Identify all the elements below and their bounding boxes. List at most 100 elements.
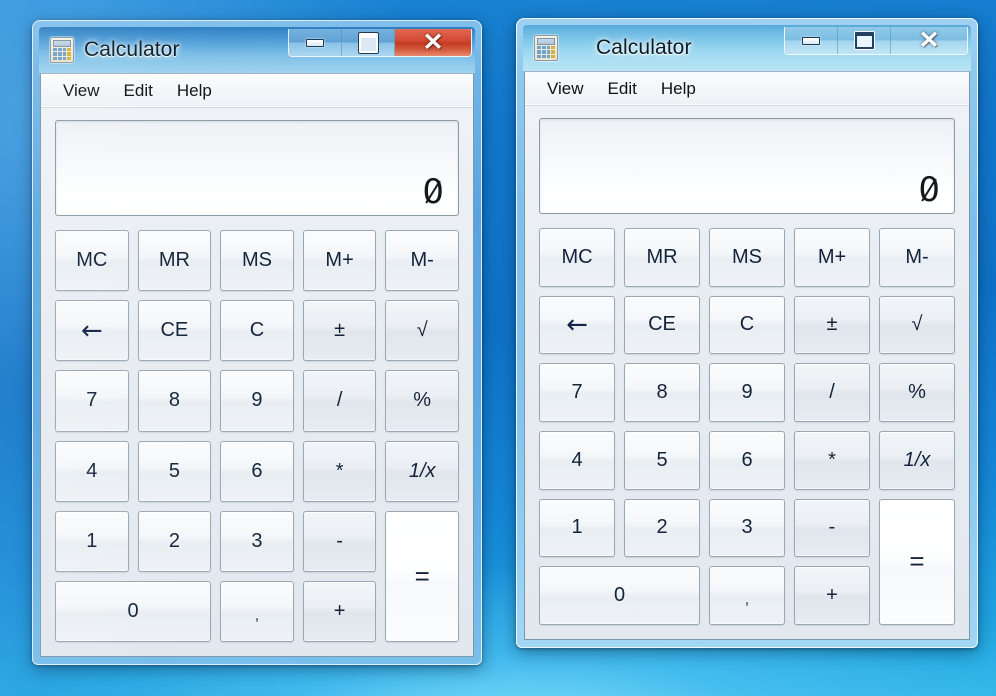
key-equals[interactable]: = xyxy=(879,498,955,625)
calculator-window-2[interactable]: Calculator ✕ View Edit Help 0 MC MR MS M… xyxy=(516,18,978,648)
close-icon: ✕ xyxy=(918,27,940,54)
key-ce[interactable]: CE xyxy=(624,295,700,355)
maximize-icon xyxy=(358,32,378,53)
key-plus-minus[interactable]: ± xyxy=(302,300,377,362)
key-multiply[interactable]: * xyxy=(302,440,377,502)
key-subtract[interactable]: - xyxy=(794,498,870,558)
backspace-icon: ← xyxy=(80,315,103,346)
key-sqrt[interactable]: √ xyxy=(879,295,955,355)
menu-bar: View Edit Help xyxy=(525,72,969,106)
key-2[interactable]: 2 xyxy=(137,510,212,572)
restore-button[interactable] xyxy=(838,27,891,54)
key-backspace: ← xyxy=(539,295,615,355)
backspace-icon: ← xyxy=(566,309,588,340)
key-6[interactable]: 6 xyxy=(220,440,294,502)
title-bar[interactable]: Calculator ✕ xyxy=(39,27,475,73)
key-7[interactable]: 7 xyxy=(55,370,129,432)
key-sqrt[interactable]: √ xyxy=(385,300,459,362)
key-multiply[interactable]: * xyxy=(794,431,870,490)
menu-item-edit[interactable]: Edit xyxy=(596,77,649,101)
key-decimal-separator: , xyxy=(709,566,785,625)
calculator-icon-keys xyxy=(537,46,555,58)
key-add[interactable]: + xyxy=(794,566,870,625)
menu-item-view[interactable]: View xyxy=(535,77,596,101)
key-equals[interactable]: = xyxy=(385,510,459,642)
key-mc[interactable]: MC xyxy=(539,228,615,287)
calculator-icon-screen xyxy=(537,38,555,45)
window-client-area: View Edit Help 0 MC MR MS M+ M- ← CE C ±… xyxy=(524,71,970,640)
minimize-button[interactable] xyxy=(785,27,838,54)
key-0[interactable]: 0 xyxy=(55,580,212,642)
key-m-minus[interactable]: M- xyxy=(879,228,955,287)
key-c[interactable]: C xyxy=(709,295,785,355)
key-m-plus[interactable]: M+ xyxy=(302,230,377,292)
close-icon: ✕ xyxy=(422,29,444,56)
calculator-display[interactable]: 0 xyxy=(55,120,459,216)
calculator-icon-keys xyxy=(53,48,71,60)
key-percent[interactable]: % xyxy=(879,363,955,422)
key-0[interactable]: 0 xyxy=(539,566,700,625)
key-3[interactable]: 3 xyxy=(220,510,294,572)
window-client-area: View Edit Help 0 MC MR MS M+ M- ← CE C ±… xyxy=(40,73,474,657)
restore-icon xyxy=(854,32,874,49)
key-6[interactable]: 6 xyxy=(709,431,785,490)
key-mc[interactable]: MC xyxy=(55,230,129,292)
maximize-button[interactable] xyxy=(342,29,395,56)
key-9[interactable]: 9 xyxy=(709,363,785,422)
key-m-minus[interactable]: M- xyxy=(385,230,459,292)
key-8[interactable]: 8 xyxy=(624,363,700,422)
key-1[interactable]: 1 xyxy=(539,498,615,558)
minimize-icon xyxy=(306,38,324,47)
menu-bar: View Edit Help xyxy=(41,74,473,108)
menu-item-help[interactable]: Help xyxy=(649,77,708,101)
title-bar[interactable]: Calculator ✕ xyxy=(523,25,971,71)
window-controls: ✕ xyxy=(288,29,472,57)
minimize-button[interactable] xyxy=(289,29,342,56)
key-3[interactable]: 3 xyxy=(709,498,785,558)
key-4[interactable]: 4 xyxy=(55,440,129,502)
calculator-window-1[interactable]: Calculator ✕ View Edit Help 0 MC MR MS M… xyxy=(32,20,482,665)
desktop-background: Calculator ✕ View Edit Help 0 MC MR MS M… xyxy=(0,0,996,696)
window-title: Calculator xyxy=(84,38,180,61)
decimal-separator-label: , xyxy=(744,591,750,609)
key-reciprocal: 1/x xyxy=(385,440,459,502)
calculator-body: 0 MC MR MS M+ M- ← CE C ± √ 7 8 9 / % 4 … xyxy=(525,106,969,639)
reciprocal-label: 1/x xyxy=(408,459,436,482)
key-mr[interactable]: MR xyxy=(137,230,212,292)
key-4[interactable]: 4 xyxy=(539,431,615,490)
calculator-icon xyxy=(534,35,558,61)
key-c[interactable]: C xyxy=(220,300,294,362)
close-button[interactable]: ✕ xyxy=(395,29,471,56)
calculator-display[interactable]: 0 xyxy=(539,118,955,214)
key-divide[interactable]: / xyxy=(794,363,870,422)
menu-item-edit[interactable]: Edit xyxy=(112,79,165,103)
key-5[interactable]: 5 xyxy=(137,440,212,502)
display-value: 0 xyxy=(422,172,444,212)
key-2[interactable]: 2 xyxy=(624,498,700,558)
menu-item-view[interactable]: View xyxy=(51,79,112,103)
calculator-keypad: MC MR MS M+ M- ← CE C ± √ 7 8 9 / % 4 5 … xyxy=(539,228,955,625)
key-plus-minus[interactable]: ± xyxy=(794,295,870,355)
window-frame-inner: Calculator ✕ View Edit Help 0 MC MR MS M… xyxy=(523,25,971,641)
key-ms[interactable]: MS xyxy=(220,230,294,292)
key-m-plus[interactable]: M+ xyxy=(794,228,870,287)
key-ms[interactable]: MS xyxy=(709,228,785,287)
key-backspace: ← xyxy=(55,300,129,362)
reciprocal-label: 1/x xyxy=(903,448,931,471)
key-percent[interactable]: % xyxy=(385,370,459,432)
menu-item-help[interactable]: Help xyxy=(165,79,224,103)
key-9[interactable]: 9 xyxy=(220,370,294,432)
close-button[interactable]: ✕ xyxy=(891,27,967,54)
decimal-separator-label: , xyxy=(254,606,260,624)
key-divide[interactable]: / xyxy=(302,370,377,432)
calculator-icon xyxy=(50,37,74,63)
key-add[interactable]: + xyxy=(302,580,377,642)
key-ce[interactable]: CE xyxy=(137,300,212,362)
key-5[interactable]: 5 xyxy=(624,431,700,490)
key-subtract[interactable]: - xyxy=(302,510,377,572)
key-1[interactable]: 1 xyxy=(55,510,129,572)
key-7[interactable]: 7 xyxy=(539,363,615,422)
key-mr[interactable]: MR xyxy=(624,228,700,287)
window-title: Calculator xyxy=(596,36,692,59)
key-8[interactable]: 8 xyxy=(137,370,212,432)
